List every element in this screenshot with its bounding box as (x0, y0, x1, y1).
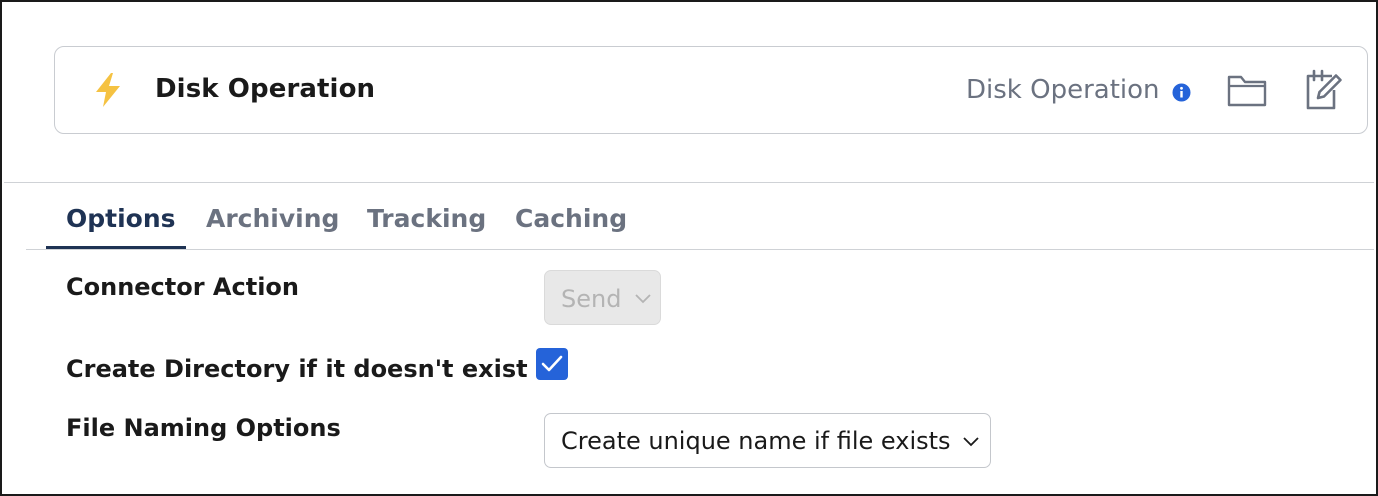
edit-icon[interactable] (1302, 68, 1344, 112)
tab-tracking[interactable]: Tracking (367, 204, 486, 233)
page-title: Disk Operation (155, 74, 376, 104)
checkmark-icon (541, 355, 563, 372)
connector-action-select: Send (544, 270, 661, 325)
tab-archiving[interactable]: Archiving (206, 204, 339, 233)
folder-icon[interactable] (1226, 72, 1268, 108)
file-naming-select[interactable]: Create unique name if file exists (544, 413, 991, 468)
file-naming-value: Create unique name if file exists (561, 427, 951, 455)
connector-action-label: Connector Action (66, 273, 300, 301)
operation-type-label: Disk Operation (966, 75, 1160, 105)
chevron-down-icon (635, 294, 651, 304)
tab-caching[interactable]: Caching (515, 204, 627, 233)
connector-action-value: Send (561, 285, 622, 313)
tab-options[interactable]: Options (66, 204, 176, 233)
tab-bar: Options Archiving Tracking Caching (26, 198, 1374, 250)
info-icon[interactable] (1172, 83, 1191, 102)
create-directory-checkbox[interactable] (536, 348, 568, 380)
chevron-down-icon (963, 437, 979, 447)
create-directory-label: Create Directory if it doesn't exist (66, 355, 528, 383)
active-tab-indicator (46, 246, 186, 249)
section-divider (4, 182, 1374, 183)
lightning-bolt-icon (96, 73, 120, 107)
file-naming-label: File Naming Options (66, 414, 341, 442)
